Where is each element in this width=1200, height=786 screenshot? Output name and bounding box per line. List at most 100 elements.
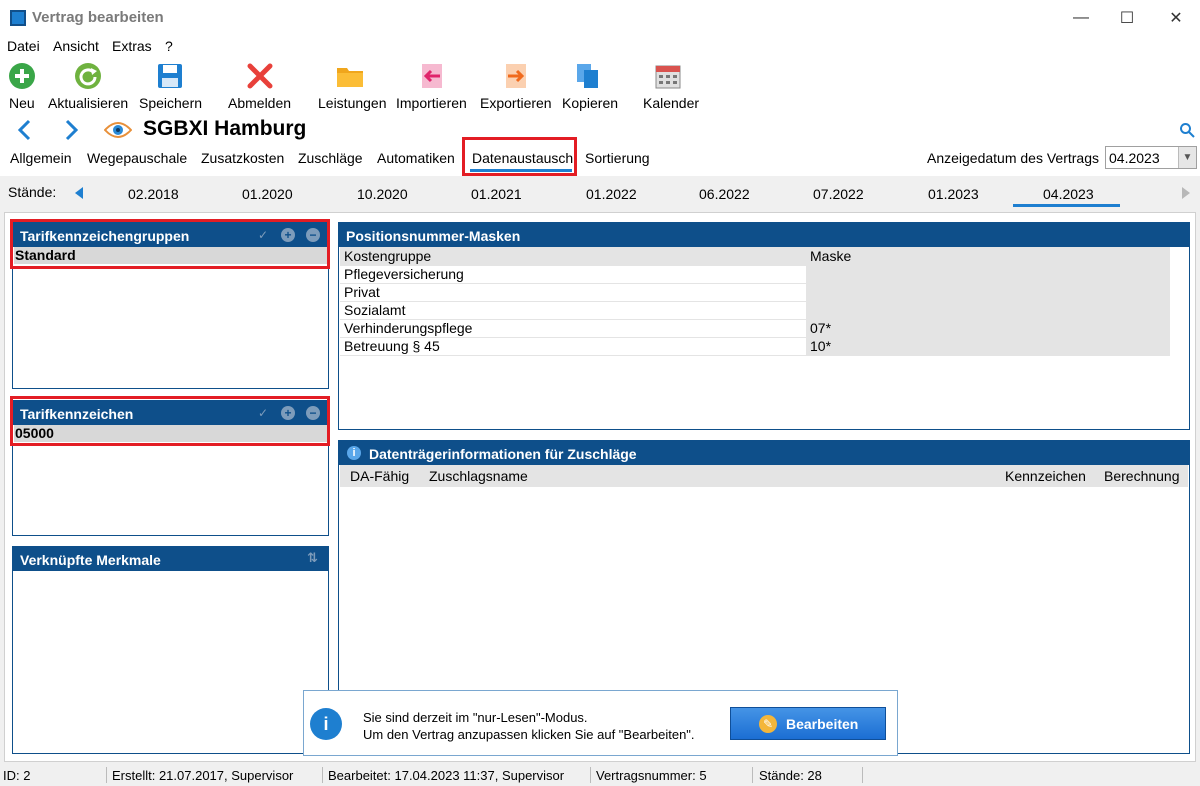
separator [862, 767, 863, 783]
menu-extras[interactable]: Extras [112, 38, 152, 54]
tarifgruppen-highlight-outline [10, 219, 330, 269]
table-header-row: DA-Fähig Zuschlagsname Kennzeichen Berec… [340, 465, 1188, 487]
column-header: Berechnung [1104, 468, 1180, 484]
plus-circle-icon [9, 63, 35, 89]
calendar-button[interactable]: Kalender [640, 58, 700, 114]
table-row[interactable]: Sozialamt [340, 301, 1170, 320]
staende-bar: Stände: 02.2018 01.2020 10.2020 01.2021 … [0, 176, 1200, 212]
status-bearbeitet: Bearbeitet: 17.04.2023 11:37, Supervisor [328, 768, 565, 783]
search-icon[interactable] [1179, 122, 1195, 138]
panel-title: Verknüpfte Merkmale [20, 552, 161, 568]
table-header-row: Kostengruppe Maske [340, 247, 1170, 266]
panel-header: Positionsnummer-Masken [339, 223, 1189, 247]
edit-button-label: Bearbeiten [786, 716, 859, 732]
column-header: DA-Fähig [350, 468, 410, 484]
tab-automatiken[interactable]: Automatiken [377, 150, 455, 166]
copy-button[interactable]: Kopieren [560, 58, 620, 114]
chevron-down-icon[interactable]: ▼ [1178, 147, 1196, 168]
info-icon: i [347, 446, 361, 460]
export-button[interactable]: Exportieren [478, 58, 554, 114]
anzeigedatum-dropdown[interactable]: 04.2023 ▼ [1105, 146, 1197, 169]
menu-help[interactable]: ? [165, 38, 173, 54]
tab-zuschlaege[interactable]: Zuschläge [298, 150, 363, 166]
panel-title: Positionsnummer-Masken [346, 228, 521, 244]
table-cell: 07* [806, 319, 1170, 338]
panel-header: Verknüpfte Merkmale ⇅ [13, 547, 328, 571]
column-header: Kostengruppe [340, 247, 806, 266]
import-button[interactable]: Importieren [394, 58, 470, 114]
tab-wegepauschale[interactable]: Wegepauschale [87, 150, 187, 166]
scroll-right-icon[interactable] [1181, 186, 1191, 200]
tab-zusatzkosten[interactable]: Zusatzkosten [201, 150, 284, 166]
menu-ansicht[interactable]: Ansicht [53, 38, 99, 54]
table-cell [806, 283, 1170, 302]
positionsmasken-panel: Positionsnummer-Masken Kostengruppe Mask… [338, 222, 1190, 430]
table-cell: Sozialamt [340, 301, 806, 320]
close-button[interactable]: ✕ [1152, 0, 1200, 36]
table-row[interactable]: Betreuung § 45 10* [340, 337, 1170, 356]
services-button[interactable]: Leistungen [316, 58, 388, 114]
minimize-button[interactable]: — [1058, 0, 1104, 36]
info-line-1: Sie sind derzeit im "nur-Lesen"-Modus. [363, 710, 588, 725]
status-vertragsnummer: Vertragsnummer: 5 [596, 768, 707, 783]
column-header: Zuschlagsname [429, 468, 528, 484]
stand-item[interactable]: 06.2022 [699, 186, 750, 202]
red-x-icon [247, 63, 273, 89]
back-arrow-icon[interactable] [14, 118, 36, 142]
maximize-button[interactable]: ☐ [1104, 0, 1150, 36]
save-button[interactable]: Speichern [136, 58, 204, 114]
positionsmasken-table: Kostengruppe Maske Pflegeversicherung Pr… [340, 247, 1170, 356]
table-row[interactable]: Pflegeversicherung [340, 265, 1170, 284]
toolbar: Neu Aktualisieren Speichern Abmelden Lei… [0, 58, 1200, 114]
table-cell: Pflegeversicherung [340, 265, 806, 284]
table-row[interactable]: Verhinderungspflege 07* [340, 319, 1170, 338]
table-cell: Betreuung § 45 [340, 337, 806, 356]
pencil-icon: ✎ [759, 715, 777, 733]
forward-arrow-icon[interactable] [60, 118, 82, 142]
tab-bar: Allgemein Wegepauschale Zusatzkosten Zus… [0, 146, 1200, 176]
logout-button[interactable]: Abmelden [226, 58, 294, 114]
table-cell: 10* [806, 337, 1170, 356]
anzeigedatum-label: Anzeigedatum des Vertrags [927, 150, 1099, 166]
table-cell: Privat [340, 283, 806, 302]
status-erstellt: Erstellt: 21.07.2017, Supervisor [112, 768, 294, 783]
panel-header: i Datenträgerinformationen für Zuschläge [339, 441, 1189, 465]
stand-item[interactable]: 01.2023 [928, 186, 979, 202]
new-button[interactable]: Neu [0, 58, 44, 114]
table-cell [806, 265, 1170, 284]
eye-icon [104, 122, 132, 138]
selected-stand-underline [1013, 204, 1120, 207]
column-header: Maske [806, 247, 1170, 266]
stand-item[interactable]: 01.2022 [586, 186, 637, 202]
stand-item[interactable]: 01.2021 [471, 186, 522, 202]
panel-title: Datenträgerinformationen für Zuschläge [369, 446, 637, 462]
separator [590, 767, 591, 783]
tarifkennzeichen-highlight-outline [10, 396, 330, 446]
sort-icon[interactable]: ⇅ [307, 550, 318, 566]
calendar-icon [655, 65, 681, 89]
anzeigedatum-value: 04.2023 [1109, 150, 1160, 166]
stand-item[interactable]: 02.2018 [128, 186, 179, 202]
table-row[interactable]: Privat [340, 283, 1170, 302]
staende-label: Stände: [8, 184, 57, 200]
status-bar: ID: 2 Erstellt: 21.07.2017, Supervisor B… [0, 764, 1200, 786]
scroll-left-icon[interactable] [74, 186, 84, 200]
edit-button[interactable]: ✎ Bearbeiten [730, 707, 886, 740]
floppy-disk-icon [158, 64, 182, 88]
stand-item[interactable]: 07.2022 [813, 186, 864, 202]
stand-item[interactable]: 10.2020 [357, 186, 408, 202]
info-line-2: Um den Vertrag anzupassen klicken Sie au… [363, 727, 695, 742]
menu-bar: Datei Ansicht Extras ? [0, 36, 1200, 58]
page-title: SGBXI Hamburg [143, 117, 307, 140]
stand-item[interactable]: 01.2020 [242, 186, 293, 202]
stand-item-selected[interactable]: 04.2023 [1043, 186, 1094, 202]
refresh-button[interactable]: Aktualisieren [46, 58, 130, 114]
menu-datei[interactable]: Datei [7, 38, 40, 54]
separator [106, 767, 107, 783]
separator [752, 767, 753, 783]
export-icon [506, 64, 526, 88]
tab-allgemein[interactable]: Allgemein [10, 150, 71, 166]
table-cell: Verhinderungspflege [340, 319, 806, 338]
folder-icon [337, 68, 363, 87]
tab-sortierung[interactable]: Sortierung [585, 150, 650, 166]
